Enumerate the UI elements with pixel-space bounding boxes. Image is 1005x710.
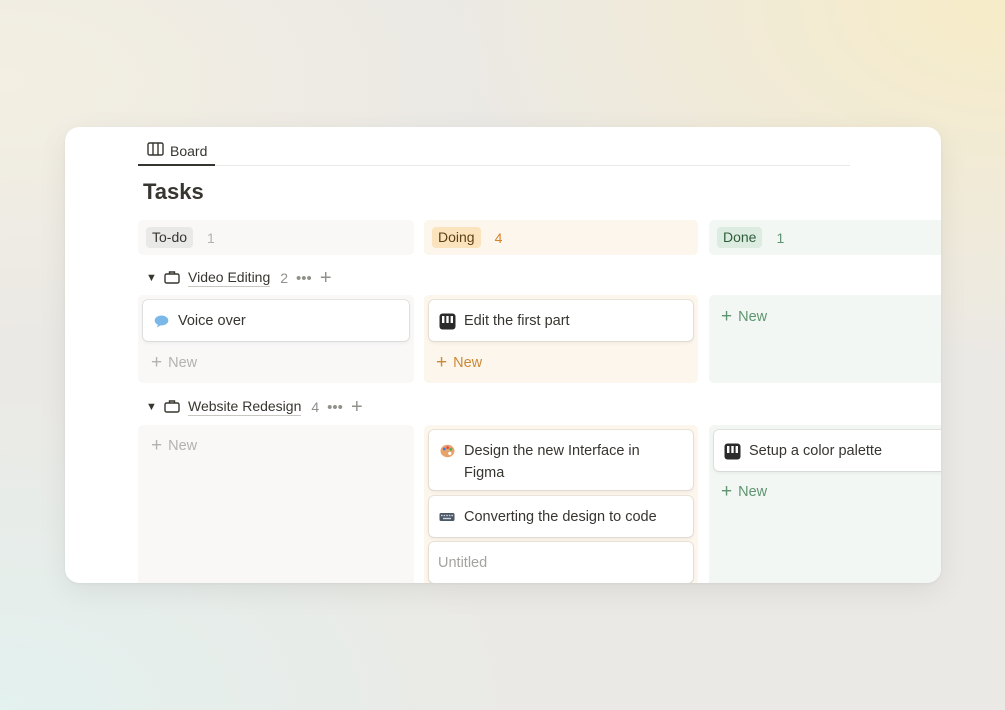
collapse-toggle-icon[interactable]: ▼ bbox=[146, 401, 157, 413]
task-card[interactable]: Edit the first part bbox=[429, 300, 693, 341]
briefcase-icon bbox=[164, 270, 180, 287]
new-label: New bbox=[453, 354, 483, 371]
task-card[interactable]: Setup a color palette bbox=[714, 430, 941, 471]
add-icon[interactable]: + bbox=[351, 397, 363, 417]
new-label: New bbox=[168, 437, 198, 454]
task-card[interactable]: Converting the design to code bbox=[429, 496, 693, 537]
active-tab-indicator bbox=[138, 164, 215, 166]
group-count: 2 bbox=[280, 270, 289, 286]
add-icon[interactable]: + bbox=[320, 268, 332, 288]
new-label: New bbox=[738, 308, 768, 325]
view-tab-label: Board bbox=[170, 143, 208, 159]
group-title[interactable]: Video Editing bbox=[188, 269, 271, 287]
board-window: Board Tasks To-do 1 Doing 4 Done 1 ▼ Vid… bbox=[65, 127, 941, 583]
plus-icon: + bbox=[151, 352, 163, 373]
task-card[interactable]: Untitled bbox=[429, 542, 693, 583]
group-header-website-redesign: ▼ Website Redesign 4 ••• + bbox=[146, 395, 363, 419]
column-count-doing: 4 bbox=[494, 229, 503, 246]
plus-icon: + bbox=[721, 481, 733, 502]
new-card-button[interactable]: + New bbox=[436, 353, 482, 372]
new-label: New bbox=[738, 483, 768, 500]
group-title[interactable]: Website Redesign bbox=[188, 398, 302, 416]
plus-icon: + bbox=[151, 435, 163, 456]
column-header-done[interactable]: Done 1 bbox=[709, 220, 941, 255]
status-badge-todo: To-do bbox=[146, 227, 194, 248]
film-editor-icon bbox=[723, 440, 741, 462]
new-card-button[interactable]: + New bbox=[721, 482, 767, 501]
tabs-divider bbox=[138, 165, 850, 166]
collapse-toggle-icon[interactable]: ▼ bbox=[146, 272, 157, 284]
status-badge-doing: Doing bbox=[432, 227, 481, 248]
task-title: Setup a color palette bbox=[749, 443, 883, 459]
board-icon bbox=[147, 142, 164, 160]
group-header-video-editing: ▼ Video Editing 2 ••• + bbox=[146, 266, 332, 290]
column-header-doing[interactable]: Doing 4 bbox=[424, 220, 698, 255]
briefcase-icon bbox=[164, 399, 180, 416]
task-title: Edit the first part bbox=[464, 313, 570, 329]
new-card-button[interactable]: + New bbox=[151, 436, 197, 455]
new-label: New bbox=[168, 354, 198, 371]
column-count-todo: 1 bbox=[207, 229, 215, 246]
keyboard-icon bbox=[438, 506, 456, 528]
view-tab-board[interactable]: Board bbox=[147, 137, 207, 165]
task-title: Untitled bbox=[438, 555, 488, 571]
more-options-icon[interactable]: ••• bbox=[327, 399, 343, 416]
task-title: Converting the design to code bbox=[464, 509, 657, 525]
film-editor-icon bbox=[438, 310, 456, 332]
plus-icon: + bbox=[721, 306, 733, 327]
task-title: Design the new Interface in Figma bbox=[464, 443, 640, 481]
group-count: 4 bbox=[311, 399, 320, 415]
task-card[interactable]: Voice over bbox=[143, 300, 409, 341]
new-card-button[interactable]: + New bbox=[151, 353, 197, 372]
task-title: Voice over bbox=[178, 313, 246, 329]
new-card-button[interactable]: + New bbox=[721, 307, 767, 326]
task-card[interactable]: Design the new Interface in Figma bbox=[429, 430, 693, 490]
column-header-todo[interactable]: To-do 1 bbox=[138, 220, 414, 255]
status-badge-done: Done bbox=[717, 227, 763, 248]
more-options-icon[interactable]: ••• bbox=[296, 270, 312, 287]
column-count-done: 1 bbox=[776, 229, 785, 246]
plus-icon: + bbox=[436, 352, 448, 373]
page-title: Tasks bbox=[143, 179, 204, 204]
artist-palette-icon bbox=[438, 440, 456, 462]
speech-bubble-icon bbox=[152, 310, 170, 332]
